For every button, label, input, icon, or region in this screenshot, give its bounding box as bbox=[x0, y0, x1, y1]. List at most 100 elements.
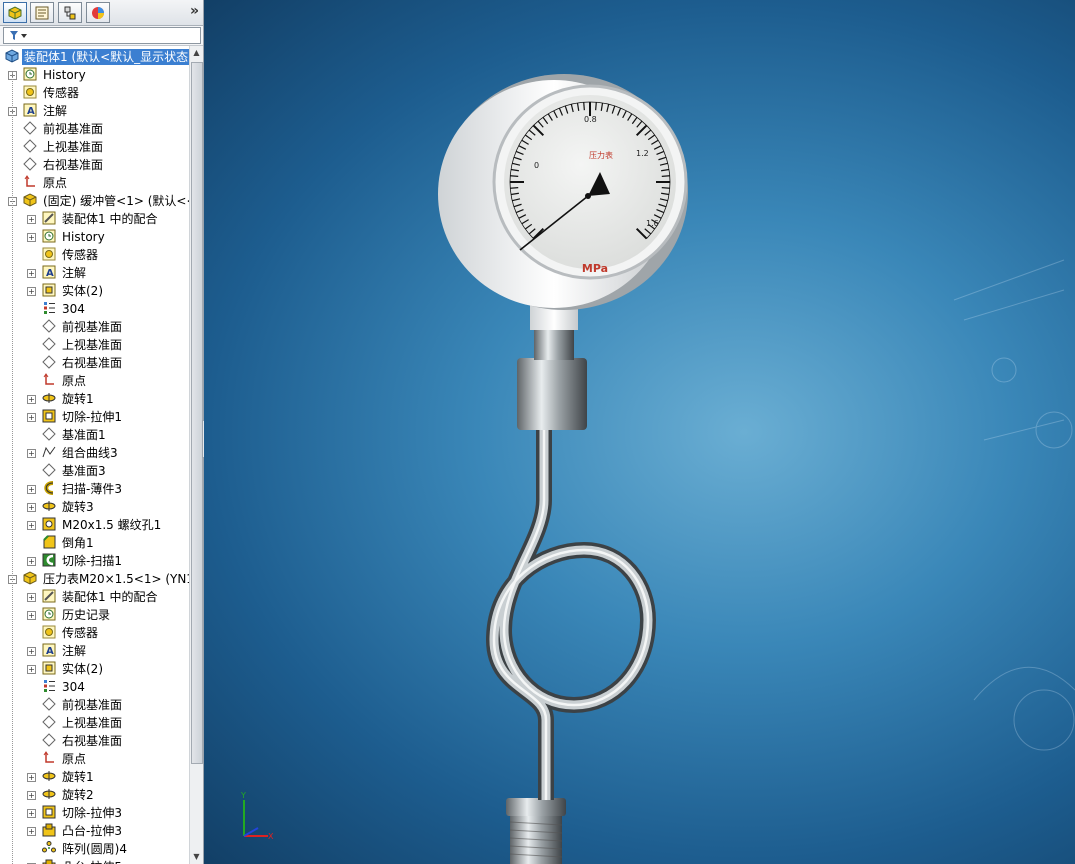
expand-icon[interactable]: + bbox=[27, 665, 36, 674]
minor-tick bbox=[583, 102, 585, 111]
history-icon bbox=[23, 67, 37, 81]
scroll-thumb[interactable] bbox=[191, 62, 203, 764]
featuremanager-tab[interactable] bbox=[3, 2, 27, 23]
expand-icon[interactable]: + bbox=[27, 557, 36, 566]
expand-icon[interactable]: + bbox=[27, 395, 36, 404]
mates-icon bbox=[42, 589, 56, 603]
tree-item[interactable]: 前视基准面 bbox=[0, 120, 189, 138]
tree-item[interactable]: + 切除-拉伸3 bbox=[0, 804, 189, 822]
tree-item-label: 注解 bbox=[62, 644, 87, 658]
scale-label-0: 0 bbox=[534, 161, 539, 170]
expand-icon[interactable]: + bbox=[27, 269, 36, 278]
annotation-icon: A bbox=[42, 265, 56, 279]
tree-item-label: 上视基准面 bbox=[62, 716, 123, 730]
tree-item[interactable]: 传感器 bbox=[0, 624, 189, 642]
tree-root-assembly[interactable]: 装配体1 (默认<默认_显示状态 bbox=[0, 48, 189, 66]
scroll-down-icon[interactable]: ▼ bbox=[190, 850, 203, 864]
tree-item[interactable]: + A 注解 bbox=[0, 264, 189, 282]
tree-item[interactable]: + 旋转2 bbox=[0, 786, 189, 804]
axis-triad: Y X bbox=[240, 791, 274, 841]
tree-item[interactable]: − 压力表M20×1.5<1> (YN1 bbox=[0, 570, 189, 588]
tree-item[interactable]: 阵列(圆周)4 bbox=[0, 840, 189, 858]
plane-icon bbox=[23, 139, 37, 153]
expand-icon[interactable]: + bbox=[27, 611, 36, 620]
sensor-icon bbox=[42, 625, 56, 639]
tree-item[interactable]: + 旋转3 bbox=[0, 498, 189, 516]
tree-item[interactable]: + 装配体1 中的配合 bbox=[0, 588, 189, 606]
expand-icon[interactable]: + bbox=[27, 503, 36, 512]
plane-icon bbox=[42, 427, 56, 441]
tree-item[interactable]: + 旋转1 bbox=[0, 390, 189, 408]
tree-item-label: History bbox=[43, 68, 86, 82]
tree-item[interactable]: 传感器 bbox=[0, 84, 189, 102]
expand-icon[interactable]: + bbox=[27, 215, 36, 224]
tree-item[interactable]: + 旋转1 bbox=[0, 768, 189, 786]
tree-item[interactable]: + A 注解 bbox=[0, 102, 189, 120]
expand-icon[interactable]: + bbox=[27, 413, 36, 422]
expand-icon[interactable]: + bbox=[27, 521, 36, 530]
tree-item[interactable]: + 扫描-薄件3 bbox=[0, 480, 189, 498]
tree-item-label: 旋转3 bbox=[62, 500, 94, 514]
expand-icon[interactable]: + bbox=[27, 485, 36, 494]
tree-item[interactable]: + 组合曲线3 bbox=[0, 444, 189, 462]
svg-text:X: X bbox=[268, 832, 274, 841]
tree-item[interactable]: 传感器 bbox=[0, 246, 189, 264]
tree-item-label: 基准面1 bbox=[62, 428, 106, 442]
tree-item[interactable]: + History bbox=[0, 228, 189, 246]
tree-item[interactable]: + A 注解 bbox=[0, 642, 189, 660]
tree-item[interactable]: 原点 bbox=[0, 372, 189, 390]
propertymanager-tab[interactable] bbox=[30, 2, 54, 23]
expand-icon[interactable]: + bbox=[27, 827, 36, 836]
tree-item[interactable]: + 历史记录 bbox=[0, 606, 189, 624]
tree-item[interactable]: 基准面1 bbox=[0, 426, 189, 444]
tree-item[interactable]: − (固定) 缓冲管<1> (默认<< bbox=[0, 192, 189, 210]
tree-filter[interactable] bbox=[3, 27, 201, 44]
tree-item[interactable]: + 凸台-拉伸3 bbox=[0, 822, 189, 840]
tree-item[interactable]: 304 bbox=[0, 300, 189, 318]
chamfer-icon bbox=[43, 535, 56, 549]
tree-item[interactable]: 基准面3 bbox=[0, 462, 189, 480]
tree-item[interactable]: + 装配体1 中的配合 bbox=[0, 210, 189, 228]
expand-icon[interactable]: + bbox=[27, 593, 36, 602]
expand-icon[interactable]: + bbox=[27, 233, 36, 242]
tree-item[interactable]: 右视基准面 bbox=[0, 156, 189, 174]
tree-item[interactable]: + 切除-扫描1 bbox=[0, 552, 189, 570]
tree-item[interactable]: + 实体(2) bbox=[0, 660, 189, 678]
displaymanager-tab[interactable] bbox=[86, 2, 110, 23]
tree-item[interactable]: +凸台-拉伸5 bbox=[0, 858, 189, 864]
tree-item[interactable]: 原点 bbox=[0, 750, 189, 768]
tree-item[interactable]: 倒角1 bbox=[0, 534, 189, 552]
tree-item[interactable]: + 实体(2) bbox=[0, 282, 189, 300]
tree-item[interactable]: 原点 bbox=[0, 174, 189, 192]
tree-item[interactable]: 右视基准面 bbox=[0, 354, 189, 372]
tree-item[interactable]: 上视基准面 bbox=[0, 138, 189, 156]
tree-item[interactable]: 上视基准面 bbox=[0, 714, 189, 732]
expand-icon[interactable]: + bbox=[27, 809, 36, 818]
tree-item-label: History bbox=[62, 230, 105, 244]
minor-tick bbox=[595, 102, 597, 111]
part-icon bbox=[23, 193, 37, 207]
tree-item[interactable]: + M20x1.5 螺纹孔1 bbox=[0, 516, 189, 534]
boss-extrude-icon bbox=[42, 823, 56, 837]
tree-item[interactable]: + 切除-拉伸1 bbox=[0, 408, 189, 426]
tree-root-label: 装配体1 (默认<默认_显示状态 bbox=[22, 49, 189, 65]
expand-icon[interactable]: + bbox=[27, 791, 36, 800]
graphics-viewport[interactable]: 压力表 MPa 0 0.8 1.2 1.6 Y X bbox=[204, 0, 1075, 864]
tree-item[interactable]: 右视基准面 bbox=[0, 732, 189, 750]
expand-icon[interactable]: + bbox=[27, 773, 36, 782]
tree-item[interactable]: 前视基准面 bbox=[0, 318, 189, 336]
revolve-icon bbox=[42, 393, 56, 403]
tree-item-label: 实体(2) bbox=[62, 662, 103, 676]
scale-label-1: 0.8 bbox=[584, 115, 597, 124]
expand-icon[interactable]: + bbox=[27, 287, 36, 296]
scale-label-2: 1.2 bbox=[636, 149, 649, 158]
configurationmanager-tab[interactable] bbox=[58, 2, 82, 23]
expand-icon[interactable]: + bbox=[27, 647, 36, 656]
expand-icon[interactable]: + bbox=[27, 449, 36, 458]
scroll-up-icon[interactable]: ▲ bbox=[190, 46, 203, 60]
tree-item[interactable]: 上视基准面 bbox=[0, 336, 189, 354]
tree-item[interactable]: 前视基准面 bbox=[0, 696, 189, 714]
collapse-panel-button[interactable]: » bbox=[190, 3, 199, 19]
tree-item[interactable]: 304 bbox=[0, 678, 189, 696]
tree-item[interactable]: + History bbox=[0, 66, 189, 84]
